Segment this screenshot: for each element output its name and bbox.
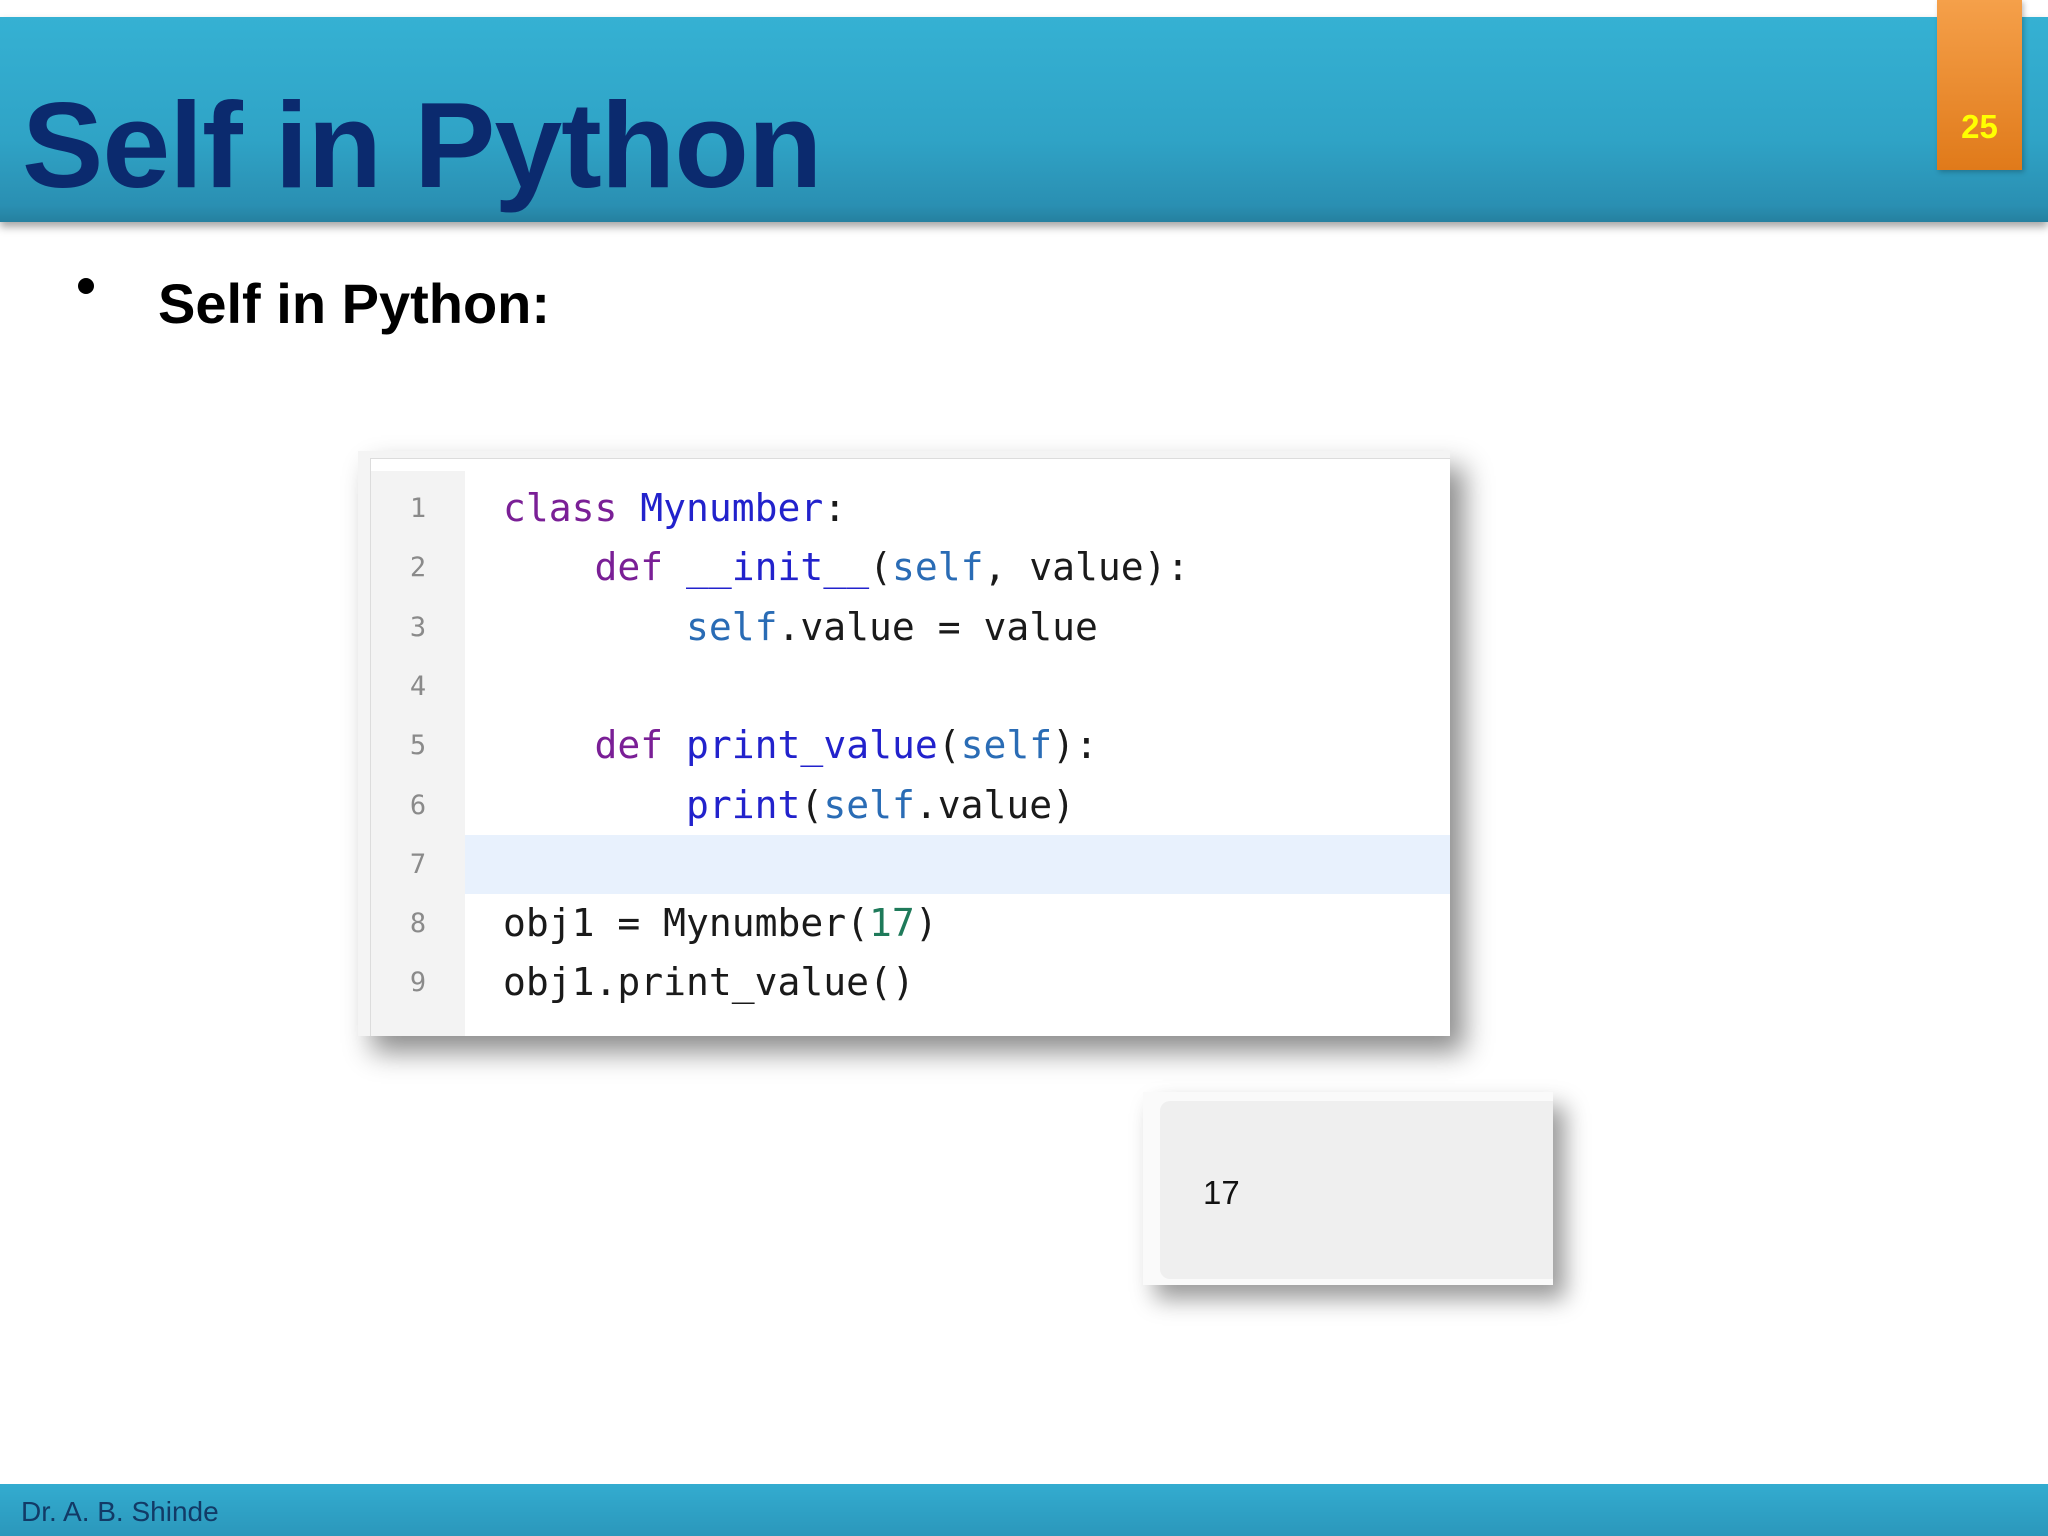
code-token: class <box>503 486 618 530</box>
code-token: def <box>594 545 664 590</box>
output-value: 17 <box>1203 1174 1240 1211</box>
code-token: .value) <box>914 782 1075 827</box>
code-text: class Mynumber: <box>503 479 846 538</box>
code-line: 8 obj1 = Mynumber(17) <box>371 894 1450 953</box>
code-token: __init__ <box>686 545 870 590</box>
line-number: 9 <box>409 967 427 999</box>
line-number: 5 <box>409 730 427 762</box>
page-number-tab: 25 <box>1937 0 2022 170</box>
code-line: 9 obj1.print_value() <box>371 953 1450 1012</box>
code-token: ( <box>937 723 961 768</box>
line-number: 4 <box>409 670 427 702</box>
code-token: def <box>594 723 664 768</box>
code-text: def print_value(self): <box>503 716 1098 775</box>
line-number: 6 <box>409 789 427 821</box>
top-strip <box>0 0 2048 17</box>
code-token: ) <box>914 901 938 946</box>
code-token: ( <box>800 782 824 827</box>
bullet-heading: Self in Python: <box>158 272 550 335</box>
footer-bar: Dr. A. B. Shinde <box>0 1484 2048 1536</box>
code-token: self <box>686 604 778 649</box>
code-token: print <box>686 782 801 827</box>
line-number: 1 <box>409 493 427 524</box>
code-token: self <box>960 723 1053 768</box>
code-text: print(self.value) <box>503 776 1075 835</box>
code-text: obj1.print_value() <box>503 953 915 1012</box>
bullet-icon <box>78 278 94 294</box>
code-line: 2 def __init__(self, value): <box>371 538 1450 597</box>
code-screenshot: 1 class Mynumber: 2 def __init__(self, val… <box>358 451 1450 1036</box>
output-screenshot: 17 <box>1143 1092 1553 1285</box>
slide-title: Self in Python <box>22 77 822 213</box>
code-token: print_value <box>686 723 938 768</box>
code-token: self <box>823 782 915 827</box>
code-text: self.value = value <box>503 598 1098 657</box>
code-token: ): <box>1052 723 1098 768</box>
code-line: 5 def print_value(self): <box>371 716 1450 775</box>
line-number: 7 <box>409 848 427 880</box>
code-token: obj1 = Mynumber( <box>503 901 870 946</box>
code-line: 1 class Mynumber: <box>371 479 1450 538</box>
code-line: 7 <box>410 834 1450 894</box>
code-token: self <box>891 545 984 590</box>
code-text: def __init__(self, value): <box>503 538 1190 597</box>
code-line: 3 self.value = value <box>371 598 1450 657</box>
code-token: Mynumber <box>640 486 824 530</box>
output-console: 17 <box>1160 1101 1553 1279</box>
code-text: obj1 = Mynumber(17) <box>503 894 938 953</box>
code-token: : <box>823 486 847 530</box>
line-number: 2 <box>409 552 427 584</box>
line-number: 8 <box>409 908 427 940</box>
title-banner: Self in Python <box>0 17 2048 222</box>
code-token: ( <box>869 545 892 590</box>
code-editor: 1 class Mynumber: 2 def __init__(self, val… <box>370 458 1450 1036</box>
code-token: , value): <box>983 545 1190 590</box>
code-token: 17 <box>869 901 915 946</box>
code-line: 6 print(self.value) <box>371 776 1450 835</box>
code-token: obj1.print_value() <box>503 960 915 1005</box>
code-line: 4 <box>371 657 1450 716</box>
code-token: .value = value <box>777 604 1098 649</box>
line-number: 3 <box>409 611 427 643</box>
footer-author: Dr. A. B. Shinde <box>21 1496 219 1527</box>
page-number: 25 <box>1961 108 1998 145</box>
